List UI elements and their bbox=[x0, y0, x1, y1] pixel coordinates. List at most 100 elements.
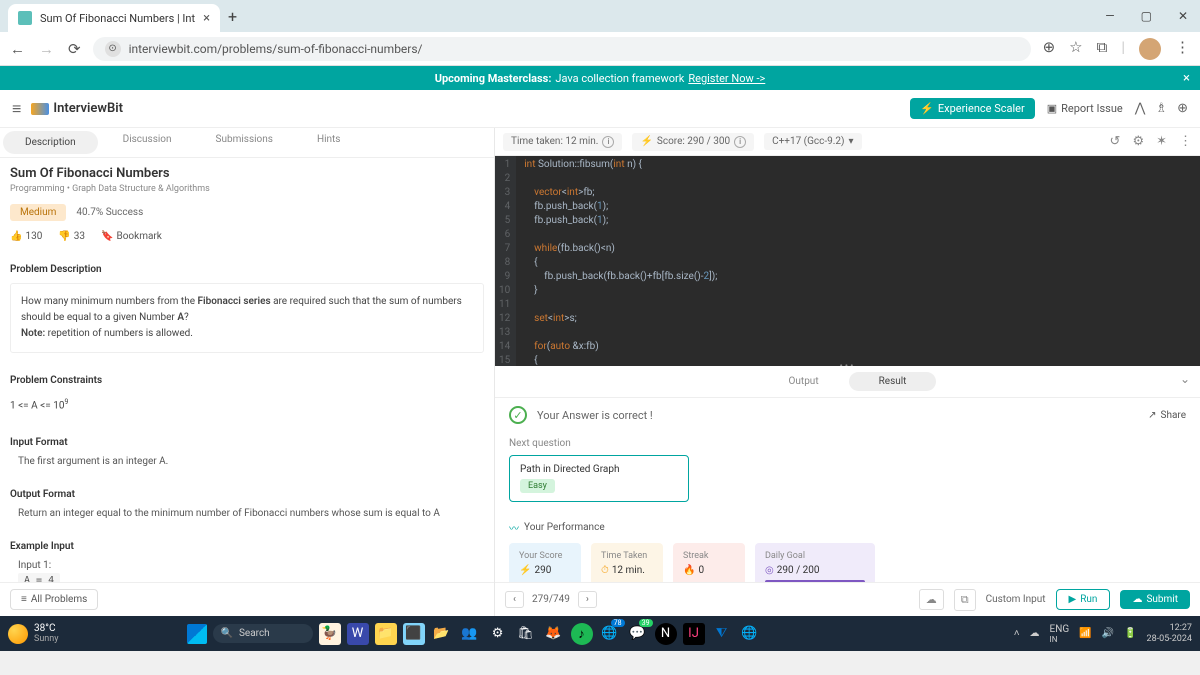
battery-icon[interactable]: 🔋 bbox=[1124, 628, 1136, 639]
next-question-card[interactable]: Path in Directed Graph Easy bbox=[509, 455, 689, 502]
back-button[interactable]: ← bbox=[10, 40, 25, 58]
urlbar-actions: ⊕ ☆ ⧉ | ⋮ bbox=[1043, 38, 1190, 60]
code-editor[interactable]: 123456789101112131415161718192021 int So… bbox=[495, 156, 1200, 366]
custom-input-button[interactable]: Custom Input bbox=[986, 594, 1046, 605]
tab-output[interactable]: Output bbox=[759, 372, 849, 391]
collapse-icon[interactable]: ⌄ bbox=[1180, 372, 1190, 386]
vscode-icon[interactable]: ⧨ bbox=[711, 623, 733, 645]
clock[interactable]: 12:27 28-05-2024 bbox=[1147, 623, 1192, 645]
bookmark-button[interactable]: 🔖 Bookmark bbox=[101, 231, 162, 242]
left-bottom-bar: ≡ All Problems bbox=[0, 582, 494, 616]
info-icon[interactable]: i bbox=[734, 136, 746, 148]
notification-icon[interactable]: ⊕ bbox=[1177, 101, 1188, 116]
tab-close-icon[interactable]: × bbox=[203, 11, 210, 26]
share-button[interactable]: ↗ Share bbox=[1148, 410, 1186, 421]
wifi-icon[interactable]: 📶 bbox=[1079, 628, 1091, 639]
chevron-down-icon: ▾ bbox=[849, 136, 854, 147]
close-window-button[interactable]: ✕ bbox=[1174, 5, 1192, 27]
copy-icon[interactable]: ⧉ bbox=[954, 589, 976, 611]
edge-icon[interactable]: 🌐78 bbox=[599, 623, 621, 645]
reload-button[interactable]: ⟳ bbox=[68, 40, 81, 58]
downvote-button[interactable]: 👎 33 bbox=[58, 231, 85, 242]
brand-text: InterviewBit bbox=[53, 101, 123, 116]
sun-icon bbox=[8, 624, 28, 644]
tab-hints[interactable]: Hints bbox=[295, 128, 363, 157]
firefox-icon[interactable]: 🦊 bbox=[543, 623, 565, 645]
tab-discussion[interactable]: Discussion bbox=[101, 128, 194, 157]
problem-description-box: How many minimum numbers from the Fibona… bbox=[10, 283, 484, 353]
compass-icon[interactable]: ⋀ bbox=[1135, 101, 1146, 116]
zoom-icon[interactable]: ⊕ bbox=[1043, 38, 1056, 60]
file-explorer-icon[interactable]: 📂 bbox=[431, 623, 453, 645]
user-icon[interactable]: ♗ bbox=[1155, 101, 1167, 116]
submit-button[interactable]: ☁ Submit bbox=[1120, 590, 1190, 609]
editor-code[interactable]: int Solution::fibsum(int n) { vector<int… bbox=[516, 156, 725, 366]
tab-result[interactable]: Result bbox=[849, 372, 937, 391]
weather-widget[interactable]: 38°C Sunny bbox=[8, 623, 59, 644]
app-icon[interactable]: W bbox=[347, 623, 369, 645]
problem-content: Sum Of Fibonacci Numbers Programming • G… bbox=[0, 158, 494, 582]
resize-handle[interactable]: ••• bbox=[839, 361, 855, 366]
experience-scaler-button[interactable]: ⚡ Experience Scaler bbox=[910, 98, 1035, 119]
upvote-button[interactable]: 👍 130 bbox=[10, 231, 42, 242]
menu-icon[interactable]: ≡ bbox=[12, 99, 21, 119]
info-icon[interactable]: i bbox=[602, 136, 614, 148]
tray-chevron-icon[interactable]: ˄ bbox=[1014, 628, 1020, 639]
cloud-icon[interactable]: ☁ bbox=[919, 589, 944, 610]
app-icon[interactable]: 📁 bbox=[375, 623, 397, 645]
app-icon[interactable]: 🦆 bbox=[319, 623, 341, 645]
taskbar-search[interactable]: 🔍 Search bbox=[213, 624, 313, 643]
chrome-icon[interactable]: 🌐 bbox=[739, 623, 761, 645]
site-info-icon[interactable]: ⊙ bbox=[105, 41, 121, 57]
extensions-icon[interactable]: ⧉ bbox=[1097, 38, 1108, 60]
minimize-button[interactable]: — bbox=[1101, 5, 1118, 27]
url-text: interviewbit.com/problems/sum-of-fibonac… bbox=[129, 42, 423, 56]
tab-submissions[interactable]: Submissions bbox=[194, 128, 295, 157]
all-problems-button[interactable]: ≡ All Problems bbox=[10, 589, 98, 610]
start-button[interactable] bbox=[187, 624, 207, 644]
pulse-icon: 〰 bbox=[509, 520, 519, 535]
volume-icon[interactable]: 🔊 bbox=[1102, 628, 1114, 639]
brand-logo[interactable]: InterviewBit bbox=[31, 101, 123, 116]
settings-icon[interactable]: ⚙ bbox=[1132, 134, 1144, 149]
app-icon[interactable]: ⬛ bbox=[403, 623, 425, 645]
settings-icon[interactable]: ⚙ bbox=[487, 623, 509, 645]
output-format-text: Return an integer equal to the minimum n… bbox=[10, 508, 484, 519]
address-bar[interactable]: ⊙ interviewbit.com/problems/sum-of-fibon… bbox=[93, 37, 1031, 61]
editor-toolbar: Time taken: 12 min. i ⚡ Score: 290 / 300… bbox=[495, 128, 1200, 156]
browser-tab[interactable]: Sum Of Fibonacci Numbers | Int × bbox=[8, 4, 220, 32]
whatsapp-icon[interactable]: 💬39 bbox=[627, 623, 649, 645]
banner-close-icon[interactable]: × bbox=[1183, 71, 1190, 86]
browser-menu-icon[interactable]: ⋮ bbox=[1175, 38, 1190, 60]
maximize-button[interactable]: ▢ bbox=[1137, 5, 1156, 27]
result-panel: ✓ Your Answer is correct ! ↗ Share Next … bbox=[495, 398, 1200, 582]
time-taken-pill: Time taken: 12 min. i bbox=[503, 133, 622, 151]
check-icon: ✓ bbox=[509, 406, 527, 424]
pager-text: 279/749 bbox=[532, 594, 570, 605]
bookmark-star-icon[interactable]: ☆ bbox=[1069, 38, 1082, 60]
run-button[interactable]: ▶ Run bbox=[1056, 589, 1111, 610]
store-icon[interactable]: 🛍 bbox=[515, 623, 537, 645]
profile-avatar[interactable] bbox=[1139, 38, 1161, 60]
next-problem-button[interactable]: › bbox=[578, 591, 597, 608]
language-select[interactable]: C++17 (Gcc-9.2) ▾ bbox=[764, 133, 861, 150]
intellij-icon[interactable]: IJ bbox=[683, 623, 705, 645]
onedrive-icon[interactable]: ☁ bbox=[1030, 628, 1040, 639]
reset-icon[interactable]: ↺ bbox=[1110, 134, 1121, 149]
forward-button[interactable]: → bbox=[39, 40, 54, 58]
fullscreen-icon[interactable]: ✶ bbox=[1156, 134, 1167, 149]
teams-icon[interactable]: 👥 bbox=[459, 623, 481, 645]
bolt-icon: ⚡ bbox=[519, 565, 531, 576]
spotify-icon[interactable]: ♪ bbox=[571, 623, 593, 645]
constraints-label: Problem Constraints bbox=[10, 375, 484, 386]
notion-icon[interactable]: N bbox=[655, 623, 677, 645]
windows-taskbar: 38°C Sunny 🔍 Search 🦆 W 📁 ⬛ 📂 👥 ⚙ 🛍 🦊 ♪ … bbox=[0, 616, 1200, 651]
tab-description[interactable]: Description bbox=[3, 131, 98, 154]
new-tab-button[interactable]: + bbox=[228, 7, 237, 26]
language-indicator[interactable]: ENG IN bbox=[1050, 624, 1070, 644]
prev-problem-button[interactable]: ‹ bbox=[505, 591, 524, 608]
banner-cta-link[interactable]: Register Now -> bbox=[688, 72, 765, 85]
problem-breadcrumb: Programming • Graph Data Structure & Alg… bbox=[10, 184, 484, 194]
report-issue-button[interactable]: ▣ Report Issue bbox=[1047, 102, 1123, 115]
more-icon[interactable]: ⋮ bbox=[1179, 134, 1192, 149]
